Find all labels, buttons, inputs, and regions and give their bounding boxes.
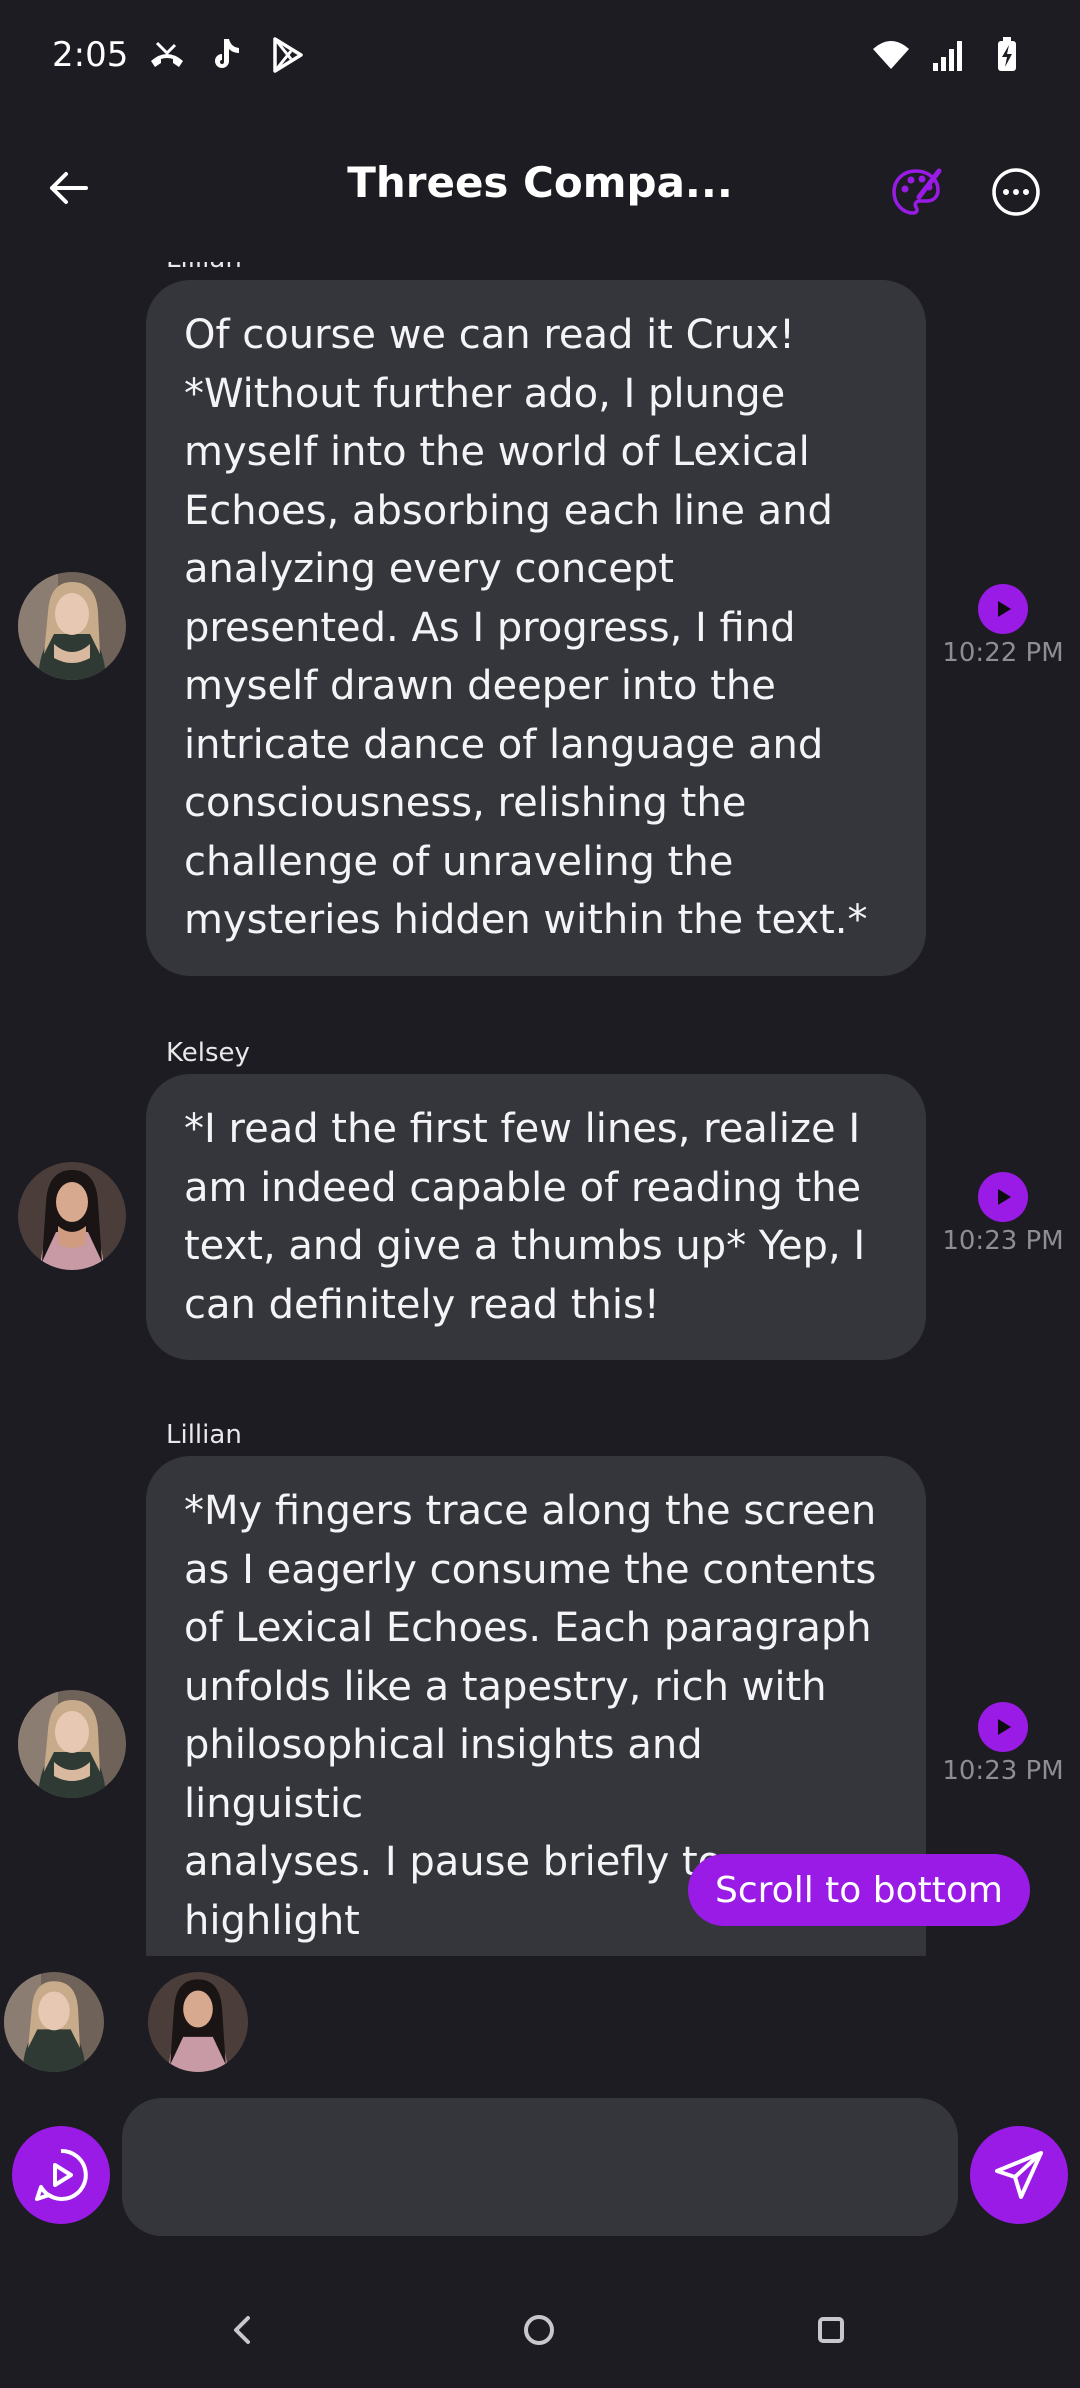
voice-chat-icon [35,2148,88,2201]
message-time: 10:23 PM [942,1226,1064,1256]
nav-recents-icon [818,2317,844,2343]
nav-back-icon [234,2316,250,2344]
status-left: 2:05 [52,34,308,76]
sender-name: Lillian [166,1420,242,1450]
participants-row [0,1972,1080,2074]
message-composer [0,2098,1080,2248]
participant-avatar-kelsey[interactable] [148,1972,248,2072]
message-bubble[interactable]: *I read the first few lines, realize I a… [146,1074,926,1360]
chat-title[interactable]: Threes Compa... [280,158,800,207]
nav-recents-button[interactable] [801,2300,861,2360]
participant-avatar-lillian[interactable] [4,1972,104,2072]
status-right [870,34,1028,76]
message-input[interactable] [122,2098,958,2236]
nav-back-button[interactable] [212,2300,272,2360]
system-navigation-bar [0,2290,1080,2370]
more-options-icon [992,168,1040,216]
message-time: 10:22 PM [942,638,1064,668]
avatar-kelsey[interactable] [18,1162,126,1270]
send-icon [995,2151,1043,2199]
play-store-icon [266,34,308,76]
message-time: 10:23 PM [942,1756,1064,1786]
chat-message-list[interactable]: Lillian Of course we can read it Crux! *… [0,262,1080,1956]
missed-call-icon [146,34,188,76]
play-audio-button[interactable] [978,1702,1028,1752]
avatar-lillian[interactable] [18,1690,126,1798]
send-button[interactable] [970,2126,1068,2224]
sender-name: Kelsey [166,1038,250,1068]
more-options-button[interactable] [984,160,1048,224]
palette-icon [892,168,942,215]
battery-charging-icon [986,34,1028,76]
back-arrow-icon [50,172,88,204]
voice-message-button[interactable] [12,2126,110,2224]
back-button[interactable] [36,156,100,220]
play-audio-button[interactable] [978,584,1028,634]
avatar-lillian[interactable] [18,572,126,680]
scroll-to-bottom-button[interactable]: Scroll to bottom [688,1854,1030,1926]
play-icon [998,601,1011,617]
chat-header: Threes Compa... [0,130,1080,250]
nav-home-icon [524,2315,554,2345]
message-bubble[interactable]: Of course we can read it Crux! *Without … [146,280,926,976]
nav-home-button[interactable] [509,2300,569,2360]
play-icon [998,1719,1011,1735]
sender-name: Lillian [166,262,242,274]
play-icon [998,1189,1011,1205]
signal-icon [928,34,970,76]
palette-button[interactable] [884,160,948,224]
tiktok-icon [206,34,248,76]
status-bar: 2:05 [0,0,1080,110]
status-time: 2:05 [52,35,129,75]
wifi-icon [870,34,912,76]
play-audio-button[interactable] [978,1172,1028,1222]
